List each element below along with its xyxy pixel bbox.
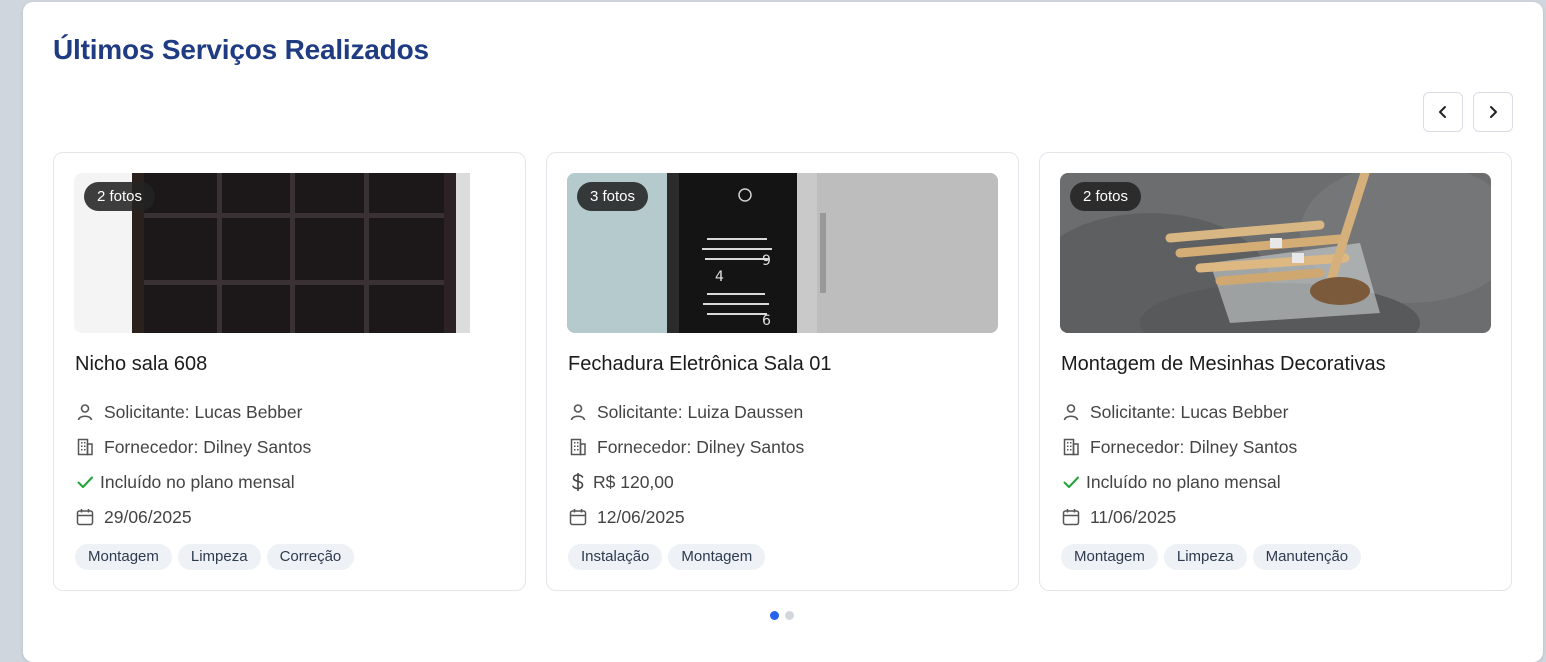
date-row: 29/06/2025 — [75, 505, 192, 529]
date-text: 29/06/2025 — [104, 506, 192, 527]
supplier-row: Fornecedor: Dilney Santos — [1061, 435, 1297, 459]
photo-count-badge: 2 fotos — [84, 182, 156, 211]
pagination-dot-1[interactable] — [770, 611, 779, 620]
building-icon — [1063, 438, 1079, 456]
service-tag: Correção — [266, 544, 355, 570]
billing-text: Incluído no plano mensal — [100, 471, 295, 492]
billing-text: Incluído no plano mensal — [1086, 471, 1281, 492]
carousel-next-button[interactable] — [1473, 92, 1513, 132]
requester-text: Solicitante: Luiza Daussen — [597, 401, 804, 422]
user-icon — [77, 404, 93, 421]
service-tag: Montagem — [668, 544, 766, 570]
service-tag: Montagem — [75, 544, 172, 570]
service-tag: Instalação — [568, 544, 663, 570]
date-text: 11/06/2025 — [1090, 506, 1177, 527]
tag-list: Instalação Montagem — [568, 544, 766, 570]
user-icon — [570, 404, 586, 421]
svg-text:9: 9 — [762, 253, 771, 269]
supplier-row: Fornecedor: Dilney Santos — [75, 435, 311, 459]
billing-row: Incluído no plano mensal — [1061, 470, 1281, 494]
requester-text: Solicitante: Lucas Bebber — [1090, 401, 1289, 422]
service-photo[interactable]: 2 fotos — [74, 173, 505, 333]
check-icon — [77, 476, 93, 488]
supplier-text: Fornecedor: Dilney Santos — [1090, 436, 1298, 457]
carousel-pagination — [770, 611, 794, 620]
supplier-text: Fornecedor: Dilney Santos — [597, 436, 805, 457]
user-icon — [1063, 404, 1079, 421]
service-tag: Limpeza — [1163, 544, 1247, 570]
requester-text: Solicitante: Lucas Bebber — [104, 401, 303, 422]
service-photo[interactable]: 2 fotos — [1060, 173, 1491, 333]
photo-count-badge: 3 fotos — [577, 182, 649, 211]
tag-list: Montagem Limpeza Correção — [75, 544, 355, 570]
carousel-prev-button[interactable] — [1423, 92, 1463, 132]
requester-row: Solicitante: Lucas Bebber — [75, 400, 302, 424]
date-text: 12/06/2025 — [597, 506, 685, 527]
check-icon — [1063, 476, 1079, 488]
billing-row: R$ 120,00 — [568, 470, 674, 494]
service-card[interactable]: 2 fotos Nicho sala 608 Solicitante: Luca… — [53, 152, 526, 591]
service-card[interactable]: 4 9 6 3 fotos Fechadura Eletrônica Sala … — [546, 152, 1019, 591]
card-title: Montagem de Mesinhas Decorativas — [1061, 353, 1386, 375]
billing-text: R$ 120,00 — [593, 471, 674, 492]
svg-text:6: 6 — [762, 313, 771, 329]
calendar-icon — [1062, 509, 1080, 526]
dollar-icon — [572, 473, 584, 491]
svg-text:4: 4 — [715, 269, 724, 285]
pagination-dot-2[interactable] — [785, 611, 794, 620]
supplier-text: Fornecedor: Dilney Santos — [104, 436, 312, 457]
photo-count-badge: 2 fotos — [1070, 182, 1142, 211]
tag-list: Montagem Limpeza Manutenção — [1061, 544, 1362, 570]
card-title: Nicho sala 608 — [75, 353, 208, 375]
billing-row: Incluído no plano mensal — [75, 470, 295, 494]
service-tag: Montagem — [1061, 544, 1158, 570]
building-icon — [77, 438, 93, 456]
requester-row: Solicitante: Lucas Bebber — [1061, 400, 1288, 424]
chevron-right-icon — [1490, 106, 1497, 118]
chevron-left-icon — [1439, 106, 1446, 118]
service-card[interactable]: 2 fotos Montagem de Mesinhas Decorativas… — [1039, 152, 1512, 591]
service-photo[interactable]: 4 9 6 3 fotos — [567, 173, 998, 333]
date-row: 12/06/2025 — [568, 505, 685, 529]
date-row: 11/06/2025 — [1061, 505, 1176, 529]
card-title: Fechadura Eletrônica Sala 01 — [568, 353, 832, 375]
building-icon — [570, 438, 586, 456]
supplier-row: Fornecedor: Dilney Santos — [568, 435, 804, 459]
calendar-icon — [76, 509, 94, 526]
section-title: Últimos Serviços Realizados — [53, 34, 429, 65]
requester-row: Solicitante: Luiza Daussen — [568, 400, 803, 424]
calendar-icon — [569, 509, 587, 526]
service-tag: Manutenção — [1252, 544, 1362, 570]
service-tag: Limpeza — [177, 544, 261, 570]
